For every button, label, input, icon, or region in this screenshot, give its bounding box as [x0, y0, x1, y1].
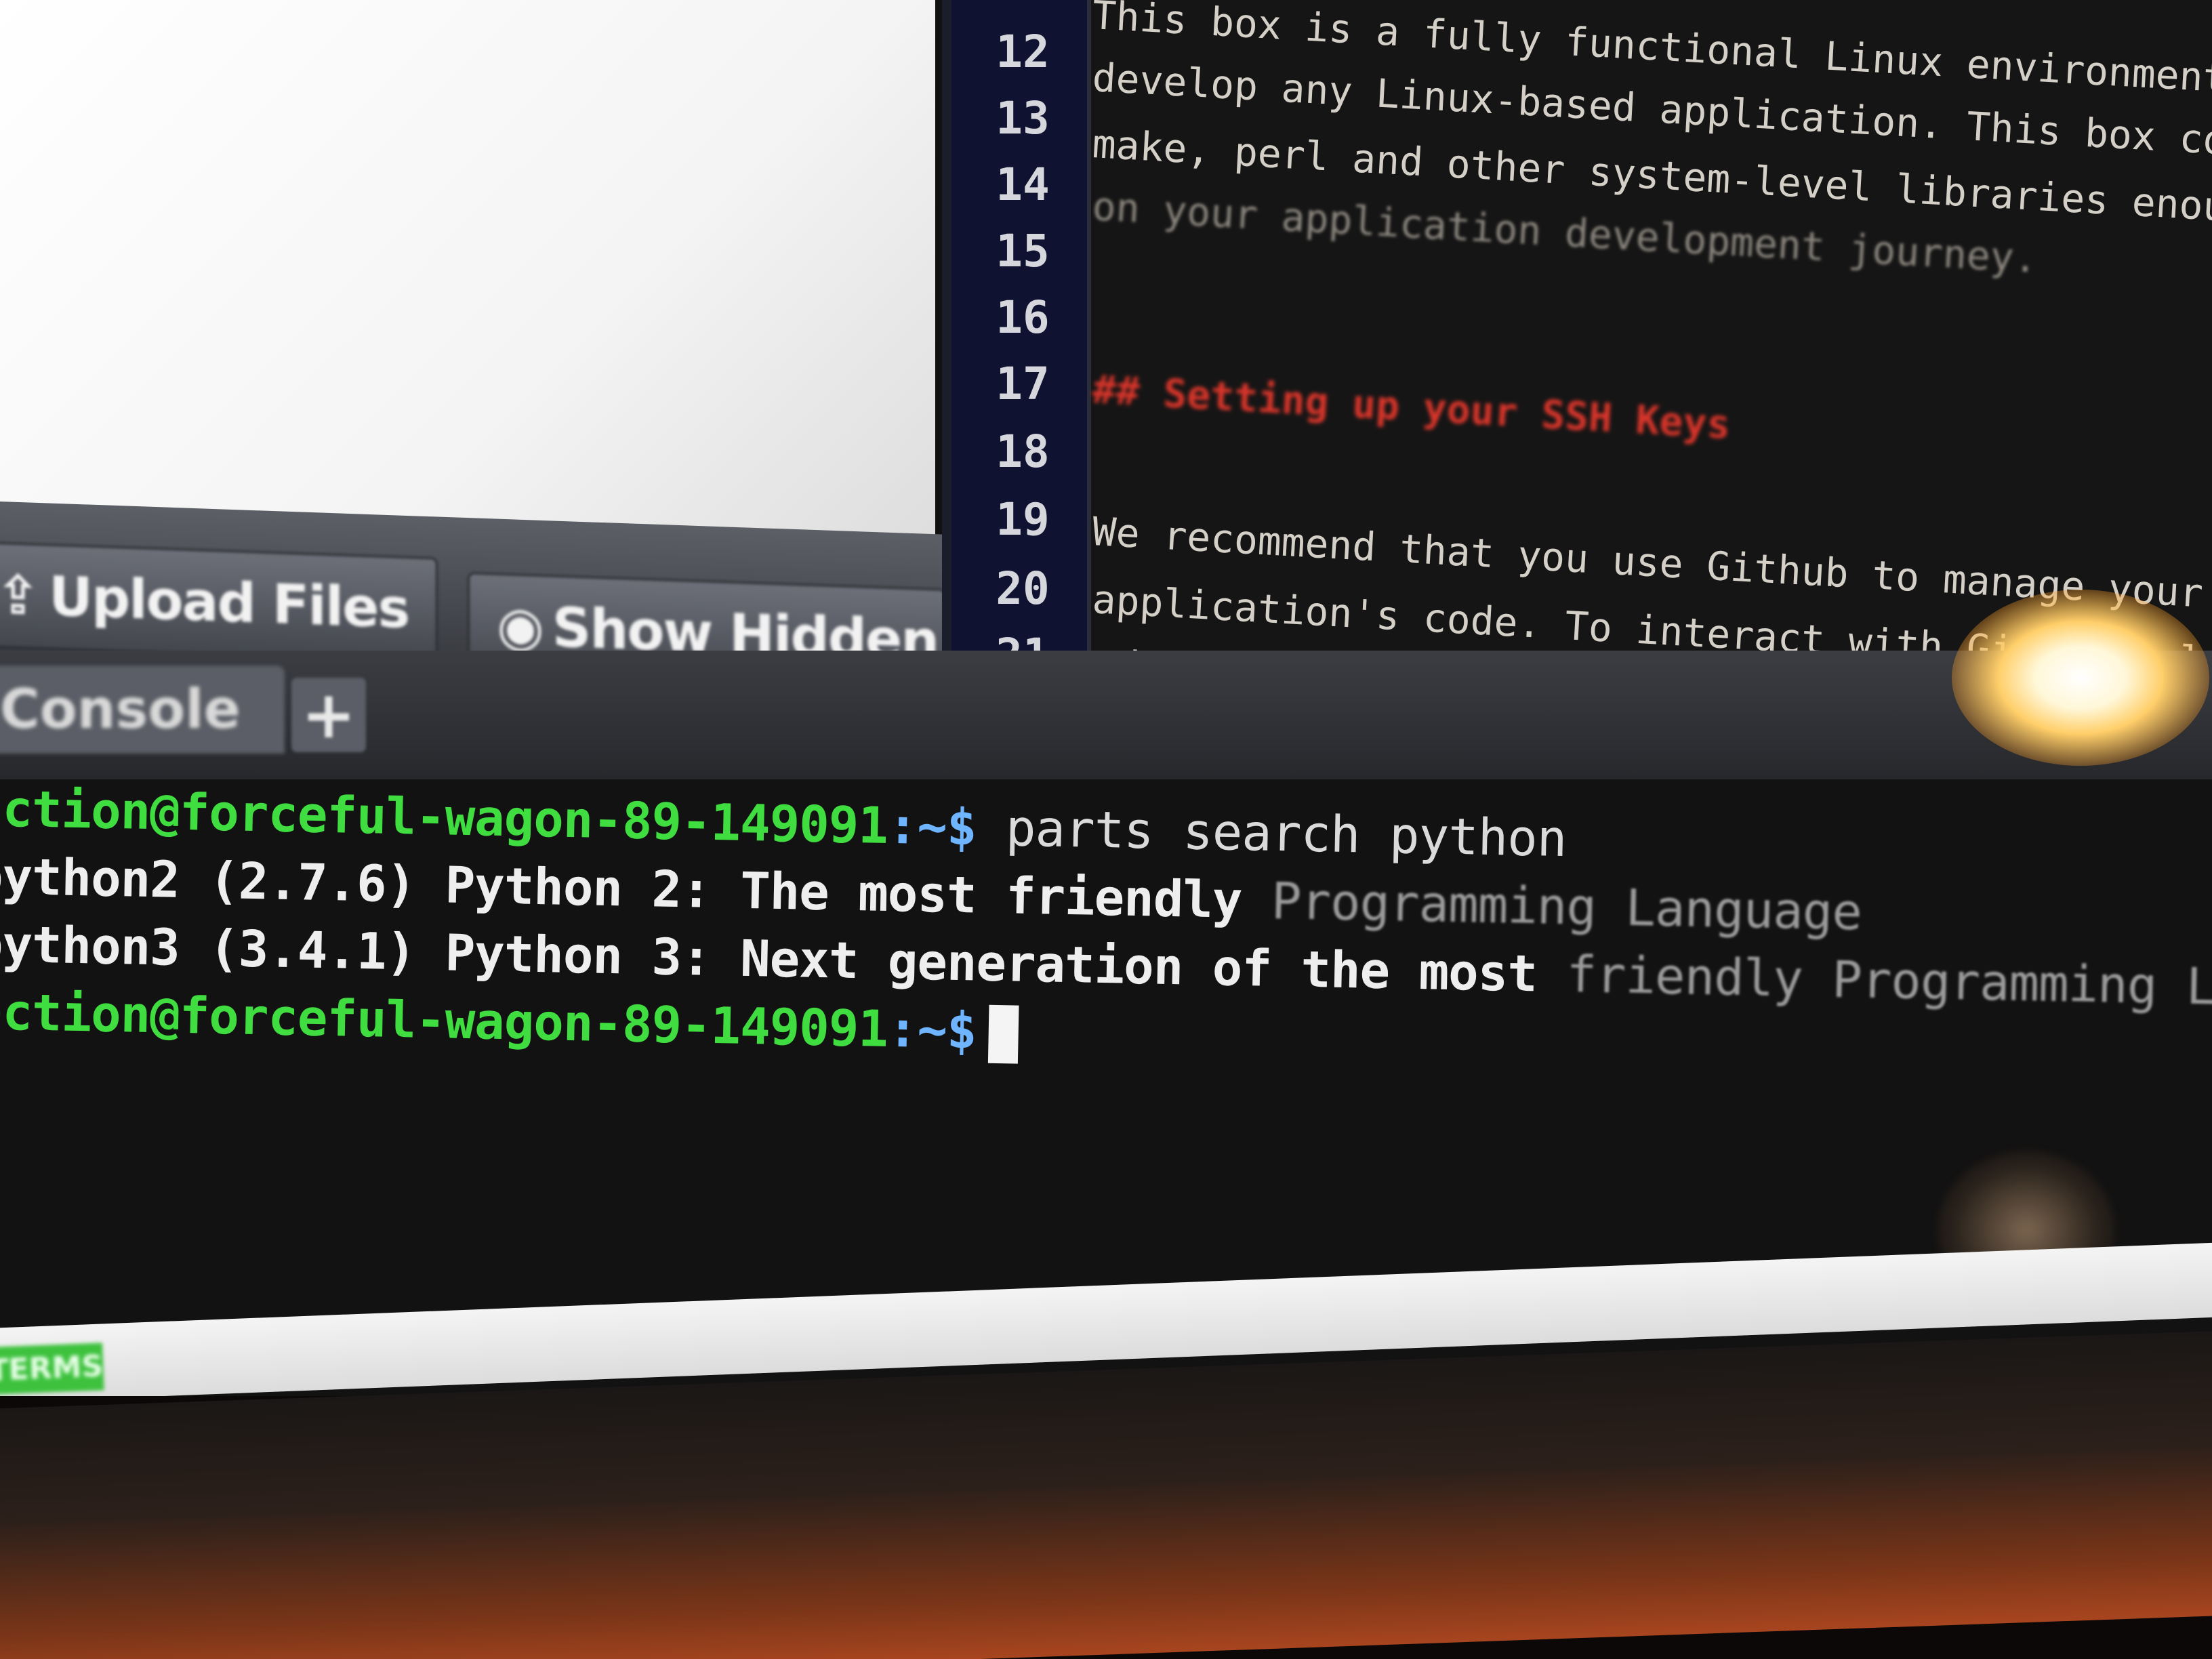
code-editor[interactable]: 12 13 14 15 16 17 18 19 20 21 This box i…	[942, 0, 2212, 684]
line-number-gutter: 12 13 14 15 16 17 18 19 20 21	[942, 0, 1091, 684]
package-version: (2.7.6)	[208, 851, 417, 914]
markdown-heading: ## Setting up your SSH Keys	[1091, 366, 1732, 448]
line-number: 20	[996, 562, 1050, 615]
package-name: python2	[0, 847, 180, 909]
terminal-prompt-line: action@forceful-wagon-89-149091:~$	[0, 983, 1019, 1065]
upload-icon: ⇪	[0, 562, 40, 628]
upload-files-label: Upload Files	[49, 565, 409, 641]
line-number: 18	[996, 426, 1050, 478]
upload-files-button[interactable]: ⇪ Upload Files	[0, 541, 438, 663]
package-version: (3.4.1)	[208, 919, 417, 982]
plus-icon[interactable]: +	[291, 678, 366, 752]
line-number: 16	[996, 291, 1050, 344]
line-number: 17	[996, 358, 1050, 410]
status-badge[interactable]: TERMS	[0, 1343, 104, 1395]
photo-scene: ⇪ Upload Files ◉ Show Hidden 12 13 14 15 1…	[0, 0, 2212, 1659]
package-name: python3	[0, 915, 180, 977]
laptop-screen: ⇪ Upload Files ◉ Show Hidden 12 13 14 15 1…	[0, 0, 2212, 1396]
prompt-path: :~$	[887, 796, 977, 857]
prompt-user: action@forceful-wagon-89-149091	[0, 779, 888, 855]
package-description: Python 3: Next generation of the most	[444, 924, 1538, 1004]
line-number: 13	[996, 92, 1050, 144]
console-tab-bar: Console +	[0, 651, 2212, 779]
line-number: 14	[996, 159, 1050, 211]
line-number: 15	[996, 225, 1050, 277]
package-description-faded: friendly Programming Languag	[1565, 945, 2212, 1020]
prompt-path: :~$	[887, 1000, 977, 1061]
line-number: 12	[996, 26, 1050, 78]
terminal-cursor	[987, 1005, 1019, 1065]
package-description-faded: Programming Language	[1271, 872, 1862, 942]
light-glare	[1952, 590, 2209, 766]
prompt-user: action@forceful-wagon-89-149091	[0, 983, 888, 1059]
tab-console[interactable]: Console	[0, 665, 285, 754]
package-description: Python 2: The most friendly	[444, 856, 1243, 930]
terminal-command: parts search python	[1005, 799, 1568, 869]
line-number: 19	[996, 493, 1050, 546]
file-browser-pane[interactable]	[0, 0, 935, 576]
